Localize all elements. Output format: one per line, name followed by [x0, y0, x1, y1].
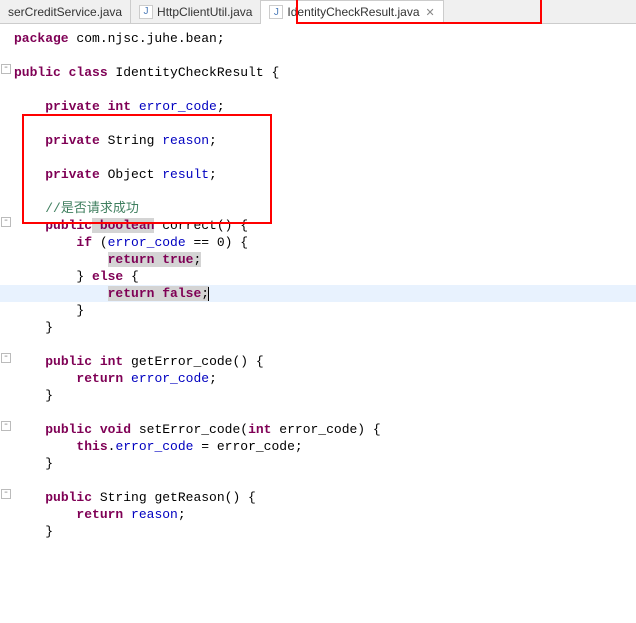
field: error_code — [115, 439, 193, 454]
keyword: public — [45, 490, 92, 505]
method-decl: String getReason() { — [92, 490, 256, 505]
method-decl: correct() { — [154, 218, 248, 233]
keyword: true — [154, 252, 193, 267]
punct: ; — [209, 167, 217, 182]
param: error_code) { — [271, 422, 380, 437]
field: error_code — [131, 99, 217, 114]
class-decl: IdentityCheckResult { — [108, 65, 280, 80]
fold-marker-icon[interactable]: - — [1, 353, 11, 363]
field: error_code — [123, 371, 209, 386]
keyword: public — [45, 422, 92, 437]
tab-bar: serCreditService.java J HttpClientUtil.j… — [0, 0, 636, 24]
keyword: int — [100, 99, 131, 114]
tab-label: serCreditService.java — [8, 5, 122, 19]
tab-httpclientutil[interactable]: J HttpClientUtil.java — [131, 0, 261, 23]
comment: //是否请求成功 — [45, 201, 139, 216]
punct: ; — [178, 507, 186, 522]
keyword: else — [92, 269, 123, 284]
field: reason — [154, 133, 209, 148]
brace: } — [76, 303, 84, 318]
keyword: class — [61, 65, 108, 80]
keyword: void — [92, 422, 131, 437]
punct: ; — [209, 133, 217, 148]
keyword: this — [76, 439, 107, 454]
package-name: com.njsc.juhe.bean; — [69, 31, 225, 46]
keyword: private — [45, 99, 100, 114]
fold-marker-icon[interactable]: - — [1, 64, 11, 74]
punct: ; — [193, 252, 201, 267]
fold-marker-icon[interactable]: - — [1, 421, 11, 431]
brace: } — [45, 388, 53, 403]
tab-identitycheckresult[interactable]: J IdentityCheckResult.java ✕ — [261, 0, 443, 24]
close-icon[interactable]: ✕ — [426, 6, 435, 19]
java-file-icon: J — [139, 5, 153, 19]
tab-label: HttpClientUtil.java — [157, 5, 252, 19]
keyword: public — [45, 218, 92, 233]
keyword: return — [108, 252, 155, 267]
method-decl: setError_code( — [131, 422, 248, 437]
java-file-icon: J — [269, 5, 283, 19]
code: { — [123, 269, 139, 284]
keyword: false — [154, 286, 201, 301]
keyword: boolean — [92, 218, 154, 233]
keyword: if — [76, 235, 92, 250]
fold-marker-icon[interactable]: - — [1, 217, 11, 227]
fold-marker-icon[interactable]: - — [1, 489, 11, 499]
brace: } — [76, 269, 92, 284]
keyword: package — [14, 31, 69, 46]
keyword: return — [76, 371, 123, 386]
tab-label: IdentityCheckResult.java — [287, 5, 419, 19]
type: String — [100, 133, 155, 148]
text-cursor — [208, 287, 209, 301]
field: reason — [123, 507, 178, 522]
keyword: private — [45, 167, 100, 182]
keyword: public — [14, 65, 61, 80]
code: ( — [92, 235, 108, 250]
type: Object — [100, 167, 155, 182]
keyword: return — [108, 286, 155, 301]
field: error_code — [108, 235, 186, 250]
code-editor[interactable]: package com.njsc.juhe.bean; -public clas… — [0, 24, 636, 623]
tab-sercreditservice[interactable]: serCreditService.java — [0, 0, 131, 23]
keyword: private — [45, 133, 100, 148]
keyword: int — [92, 354, 123, 369]
method-decl: getError_code() { — [123, 354, 263, 369]
brace: } — [45, 456, 53, 471]
punct: ; — [217, 99, 225, 114]
keyword: return — [76, 507, 123, 522]
keyword: int — [248, 422, 271, 437]
field: result — [154, 167, 209, 182]
code: = error_code; — [193, 439, 302, 454]
brace: } — [45, 320, 53, 335]
punct: ; — [209, 371, 217, 386]
keyword: public — [45, 354, 92, 369]
brace: } — [45, 524, 53, 539]
code: == 0) { — [186, 235, 248, 250]
